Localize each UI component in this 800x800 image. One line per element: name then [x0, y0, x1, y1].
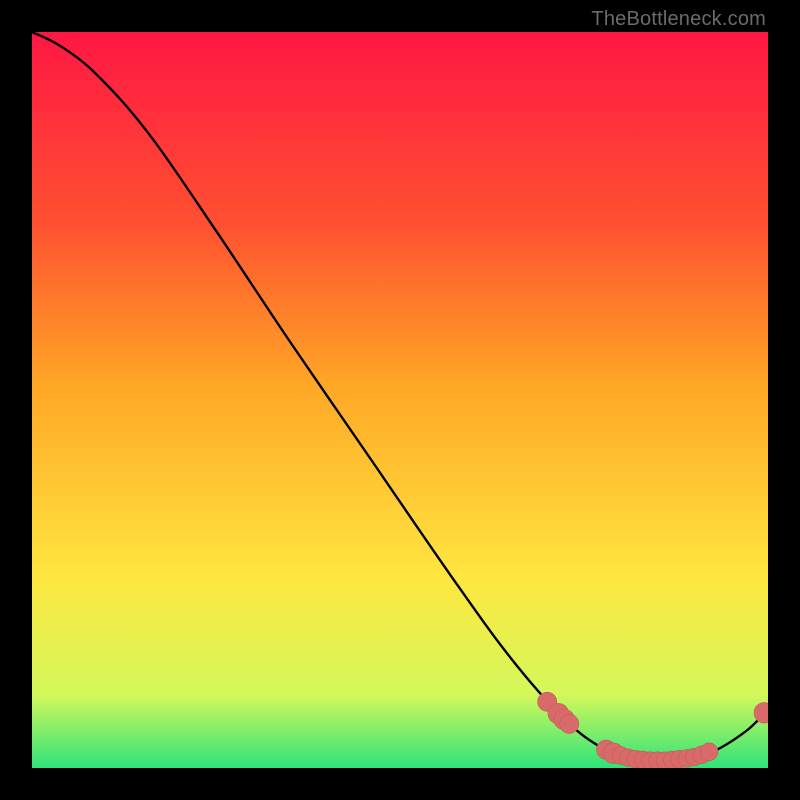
data-marker	[700, 743, 718, 761]
curve-layer	[32, 32, 768, 768]
data-marker	[560, 714, 579, 733]
attribution-text: TheBottleneck.com	[591, 8, 766, 31]
bottleneck-curve	[32, 32, 768, 762]
data-markers	[538, 692, 768, 768]
chart-canvas: TheBottleneck.com	[0, 0, 800, 800]
plot-area	[32, 32, 768, 768]
data-marker	[754, 703, 768, 724]
